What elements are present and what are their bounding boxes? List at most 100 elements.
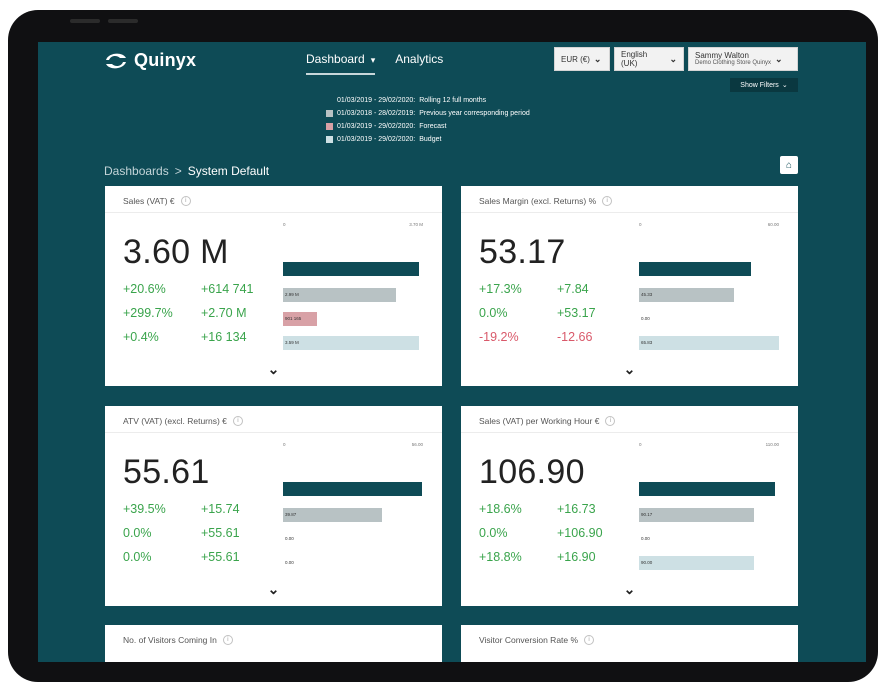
- kpi-card-visitors: No. of Visitors Coming In i: [105, 625, 442, 662]
- kpi-delta-absolute: +15.74: [201, 502, 240, 516]
- card-title: Sales (VAT) € i: [123, 196, 191, 206]
- bar-value-label: 0.00: [641, 316, 650, 321]
- breadcrumb: Dashboards > System Default: [104, 164, 269, 178]
- info-icon[interactable]: i: [602, 196, 613, 206]
- show-filters-label: Show Filters: [740, 81, 779, 89]
- info-icon[interactable]: i: [232, 416, 243, 426]
- legend-dates: 01/03/2019 - 29/02/2020:: [337, 97, 416, 104]
- language-value: English (UK): [621, 50, 648, 68]
- kpi-delta-absolute: +106.90: [557, 526, 603, 540]
- expand-chevron-icon[interactable]: ⌄: [268, 361, 280, 378]
- bar-track: [283, 482, 423, 496]
- comparison-bar: [639, 482, 775, 496]
- currency-value: EUR (€): [561, 54, 590, 64]
- comparison-bar: [283, 262, 419, 276]
- bar-track: 0.00: [639, 312, 779, 326]
- bar-track: 65.83: [639, 336, 779, 350]
- bar-value-label: 90.00: [641, 560, 653, 565]
- comparison-bar: [283, 508, 383, 522]
- legend-swatch: [326, 97, 333, 104]
- legend-label: Budget: [419, 136, 442, 143]
- card-divider: [105, 212, 442, 213]
- nav-dashboard[interactable]: Dashboard ▾: [306, 52, 376, 75]
- breadcrumb-dashboards[interactable]: Dashboards: [104, 164, 169, 178]
- expand-chevron-icon[interactable]: ⌄: [624, 581, 636, 598]
- caret-down-icon: ▾: [370, 55, 376, 65]
- kpi-delta-percent: +20.6%: [123, 282, 166, 296]
- info-icon[interactable]: i: [222, 635, 233, 645]
- main-nav: Dashboard ▾ Analytics: [306, 52, 443, 75]
- kpi-delta-absolute: +53.17: [557, 306, 596, 320]
- chevron-down-icon: ⌄: [669, 53, 677, 64]
- legend-swatch: [326, 123, 333, 130]
- bar-track: 0.00: [639, 532, 779, 546]
- home-button[interactable]: ⌂: [780, 156, 798, 174]
- legend-label: Previous year corresponding period: [419, 110, 530, 117]
- comparison-bar-chart: 0 60.00 45.33 0.00 65.83: [639, 222, 779, 352]
- card-title: Sales (VAT) per Working Hour € i: [479, 416, 616, 426]
- tablet-button: [108, 19, 138, 23]
- expand-chevron-icon[interactable]: ⌄: [268, 581, 280, 598]
- chevron-down-icon: ⌄: [781, 82, 788, 89]
- bar-track: 45.33: [639, 288, 779, 302]
- kpi-delta-percent: 0.0%: [123, 550, 152, 564]
- user-menu[interactable]: Sammy Walton Demo Clothing Store Quinyx …: [688, 47, 798, 71]
- comparison-bar-chart: 0 110.00 90.17 0.00 90.00: [639, 442, 779, 572]
- breadcrumb-separator: >: [174, 164, 182, 178]
- bar-value-label: 0.00: [641, 536, 650, 541]
- nav-analytics[interactable]: Analytics: [395, 52, 443, 72]
- info-icon[interactable]: i: [584, 635, 595, 645]
- info-icon[interactable]: i: [605, 416, 616, 426]
- quinyx-logo[interactable]: Quinyx: [104, 50, 196, 71]
- card-title: No. of Visitors Coming In i: [123, 635, 233, 645]
- kpi-delta-absolute: +16.90: [557, 550, 596, 564]
- bar-track: 0.00: [283, 556, 423, 570]
- kpi-delta-percent: 0.0%: [479, 526, 508, 540]
- kpi-card-sales: Sales (VAT) € i 3.60 M +20.6% +614 741 +299…: [105, 186, 442, 386]
- home-icon: ⌂: [785, 159, 793, 171]
- bar-value-label: 90.17: [641, 512, 653, 517]
- kpi-delta-absolute: +614 741: [201, 282, 254, 296]
- bar-track: 901 165: [283, 312, 423, 326]
- comparison-bar: [283, 336, 419, 350]
- comparison-bar: [639, 508, 754, 522]
- user-name: Sammy Walton: [695, 51, 749, 60]
- kpi-value: 3.60 M: [123, 233, 229, 271]
- info-icon[interactable]: i: [180, 196, 191, 206]
- bar-value-label: 0.00: [285, 536, 294, 541]
- legend-dates: 01/03/2019 - 29/02/2020:: [337, 136, 416, 143]
- kpi-delta-absolute: +55.61: [201, 526, 240, 540]
- expand-chevron-icon[interactable]: ⌄: [624, 361, 636, 378]
- comparison-bar: [639, 288, 735, 302]
- legend-label: Forecast: [419, 123, 447, 130]
- kpi-card-sales-margin: Sales Margin (excl. Returns) % i 53.17 +1…: [461, 186, 798, 386]
- kpi-delta-percent: +17.3%: [479, 282, 522, 296]
- show-filters-button[interactable]: Show Filters ⌄: [730, 78, 798, 92]
- quinyx-logo-icon: [106, 53, 126, 68]
- kpi-delta-percent: 0.0%: [479, 306, 508, 320]
- comparison-bar: [283, 288, 397, 302]
- comparison-bar-chart: 0 3.70 M 2.99 M 901 165 3.59 M: [283, 222, 423, 352]
- card-divider: [461, 432, 798, 433]
- card-title-text: Sales (VAT) €: [123, 196, 175, 206]
- kpi-value: 53.17: [479, 233, 566, 271]
- comparison-bar: [639, 336, 779, 350]
- comparison-bar: [639, 556, 754, 570]
- axis-max-label: 3.70 M: [409, 222, 423, 227]
- currency-select[interactable]: EUR (€) ⌄: [554, 47, 610, 71]
- app-screen: Quinyx Dashboard ▾ Analytics EUR (€) ⌄ En…: [38, 42, 866, 662]
- bar-track: 3.59 M: [283, 336, 423, 350]
- chevron-down-icon: ⌄: [775, 53, 783, 64]
- kpi-delta-absolute: +16.73: [557, 502, 596, 516]
- axis-max-label: 60.00: [767, 222, 779, 227]
- kpi-delta-absolute: +16 134: [201, 330, 247, 344]
- legend-item: 01/03/2019 - 29/02/2020: Budget: [326, 133, 530, 146]
- legend-item: 01/03/2019 - 29/02/2020: Rolling 12 full…: [326, 94, 530, 107]
- card-divider: [461, 212, 798, 213]
- bar-track: 2.99 M: [283, 288, 423, 302]
- comparison-bar: [283, 482, 422, 496]
- axis-min-label: 0: [639, 442, 642, 447]
- card-title-text: Sales (VAT) per Working Hour €: [479, 416, 600, 426]
- axis-min-label: 0: [283, 442, 286, 447]
- language-select[interactable]: English (UK) ⌄: [614, 47, 684, 71]
